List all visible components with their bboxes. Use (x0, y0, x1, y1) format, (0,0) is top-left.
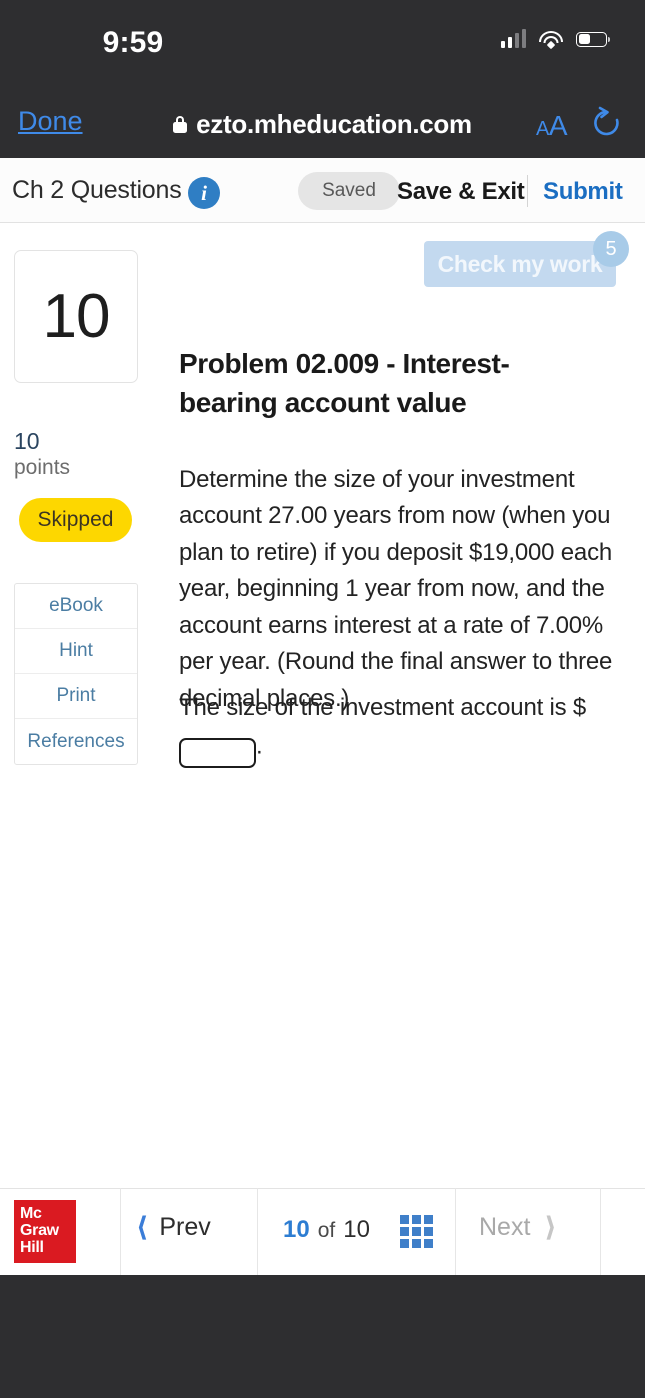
next-question-button[interactable]: Next ⟩ (479, 1213, 557, 1242)
info-icon[interactable]: i (188, 177, 220, 209)
lock-icon (173, 116, 188, 133)
chevron-right-icon: ⟩ (544, 1212, 557, 1242)
status-bar-icons (500, 29, 610, 50)
sidebar-item-ebook[interactable]: eBook (15, 584, 137, 629)
sidebar-item-print[interactable]: Print (15, 674, 137, 719)
of-label: of (317, 1219, 336, 1242)
browser-url-bar: Done ezto.mheducation.com AA (0, 90, 645, 158)
problem-title: Problem 02.009 - Interest-bearing accoun… (179, 348, 510, 418)
url-text: ezto.mheducation.com (196, 109, 472, 139)
points-label: points (14, 456, 71, 479)
nav-divider-3 (455, 1188, 456, 1275)
mcgraw-hill-logo: Mc Graw Hill (14, 1200, 76, 1263)
prev-label: Prev (159, 1213, 211, 1241)
safari-browser-window: 9:59 Done ezto.mheducation.com AA Ch 2 Q… (0, 0, 645, 1398)
grid-view-icon[interactable] (400, 1215, 433, 1248)
submit-button[interactable]: Submit (543, 178, 623, 206)
question-number-box: 10 (14, 250, 138, 383)
answer-input[interactable] (179, 738, 256, 768)
cellular-signal-icon (500, 29, 526, 48)
chevron-left-icon: ⟨ (136, 1212, 149, 1242)
check-my-work-button[interactable]: Check my work (424, 241, 616, 287)
battery-icon (576, 31, 610, 47)
reload-button[interactable] (591, 106, 623, 140)
points-value: 10 (14, 428, 40, 454)
wifi-icon (539, 30, 563, 50)
status-badge: Skipped (19, 498, 132, 542)
answer-line: The size of the investment account is $ … (179, 690, 619, 768)
nav-divider-2 (257, 1188, 258, 1275)
page-counter: 10 of 10 (283, 1216, 370, 1244)
ios-status-bar: 9:59 (0, 0, 645, 90)
current-page-number: 10 (283, 1216, 310, 1243)
logo-line-2: Graw (20, 1221, 59, 1239)
header-divider (527, 175, 528, 207)
logo-line-3: Hill (20, 1238, 44, 1256)
text-size-button[interactable]: AA (536, 110, 568, 142)
problem-body-text: Determine the size of your investment ac… (179, 466, 613, 712)
safari-toolbar (0, 1275, 645, 1398)
status-bar-time: 9:59 (102, 26, 164, 59)
sidebar-links: eBook Hint Print References (14, 583, 138, 765)
answer-prompt: The size of the investment account is $ (179, 694, 587, 721)
nav-divider-4 (600, 1188, 601, 1275)
sidebar-item-hint[interactable]: Hint (15, 629, 137, 674)
next-label: Next (479, 1213, 531, 1241)
check-my-work-badge: 5 (593, 231, 629, 267)
page-title: Ch 2 Questions (12, 176, 182, 204)
answer-suffix: . (256, 732, 263, 760)
sidebar-item-references[interactable]: References (15, 719, 137, 764)
saved-status-badge: Saved (298, 172, 400, 210)
save-and-exit-button[interactable]: Save & Exit (397, 178, 525, 206)
nav-divider-1 (120, 1188, 121, 1275)
logo-line-1: Mc (20, 1205, 42, 1222)
total-pages-number: 10 (343, 1216, 370, 1243)
prev-question-button[interactable]: ⟨ Prev (136, 1213, 211, 1242)
